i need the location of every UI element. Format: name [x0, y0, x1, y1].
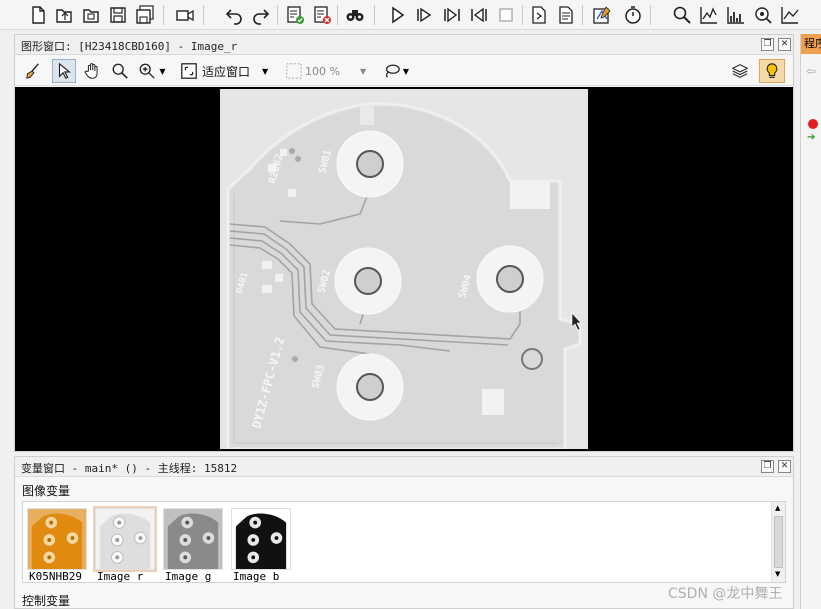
chevron-down-icon: ▼	[402, 66, 410, 76]
plot-icon[interactable]	[778, 3, 802, 27]
pointer-tool-icon[interactable]	[52, 59, 76, 83]
binoculars-icon[interactable]	[343, 3, 367, 27]
thumb-preview	[27, 508, 87, 570]
thumb-label: K05NHB29	[29, 570, 82, 583]
draw-shape-dropdown[interactable]: ▼	[378, 59, 414, 83]
image-variable-thumb[interactable]: Image_r	[93, 506, 157, 582]
pan-hand-icon[interactable]	[80, 59, 104, 83]
image-canvas[interactable]: SW01 R2062 SW02 SW04 SW03 D401 DY1Z-FPC-…	[15, 87, 793, 451]
open-file-icon[interactable]	[52, 3, 76, 27]
fit-window-button[interactable]: 适应窗口 ▼	[180, 59, 280, 83]
thumb-preview	[93, 506, 157, 572]
step-over-icon[interactable]	[440, 3, 464, 27]
lasso-icon	[385, 64, 400, 78]
fit-window-label: 适应窗口	[202, 64, 251, 79]
zoom-level-select[interactable]: 100 % ▼	[285, 59, 371, 83]
graphics-toolbar: ▼ 适应窗口 ▼ 100 % ▼ ▼	[15, 56, 793, 86]
close-icon[interactable]: ✕	[778, 38, 791, 51]
step-out-icon[interactable]	[467, 3, 491, 27]
chevron-down-icon: ▼	[359, 66, 367, 76]
variable-window-title-bar: 变量窗口 - main* () - 主线程: 15812 ❐ ✕	[15, 457, 793, 477]
program-window: 程序 ⇦ ➔	[800, 34, 821, 609]
broom-icon[interactable]	[21, 59, 45, 83]
lightbulb-icon[interactable]	[759, 59, 785, 83]
new-file-icon[interactable]	[26, 3, 50, 27]
restore-icon[interactable]: ❐	[761, 460, 774, 473]
program-window-tab[interactable]: 程序	[801, 34, 821, 54]
thumb-scrollbar[interactable]: ▲ ▼	[771, 502, 785, 582]
undo-icon[interactable]	[222, 3, 246, 27]
record-icon[interactable]	[173, 3, 197, 27]
thumb-label: Image_g	[165, 570, 212, 583]
assistant-icon[interactable]	[590, 3, 614, 27]
zoom-in-dropdown[interactable]: ▼	[135, 59, 169, 83]
scroll-down-icon[interactable]: ▼	[775, 570, 780, 578]
pcb-image: SW01 R2062 SW02 SW04 SW03 D401 DY1Z-FPC-…	[220, 89, 588, 449]
reset-icon[interactable]	[527, 3, 551, 27]
line-profile-icon[interactable]	[697, 3, 721, 27]
check-program-icon[interactable]	[283, 3, 307, 27]
main-toolbar	[0, 0, 821, 30]
graphics-window-title-bar: 图形窗口: [H23418CBD160] - Image_r ❐ ✕	[15, 35, 793, 55]
restore-icon[interactable]: ❐	[761, 38, 774, 51]
fit-window-icon	[181, 63, 197, 79]
variable-window-title: 变量窗口 - main* () - 主线程: 15812	[21, 462, 238, 475]
zoom-icon[interactable]	[670, 3, 694, 27]
histogram-icon[interactable]	[724, 3, 748, 27]
feature-inspection-icon[interactable]	[751, 3, 775, 27]
scroll-up-icon[interactable]: ▲	[775, 504, 780, 512]
chevron-down-icon: ▼	[159, 66, 166, 76]
magnifier-icon[interactable]	[108, 59, 132, 83]
close-icon[interactable]: ✕	[778, 460, 791, 473]
image-variables-label: 图像变量	[22, 484, 71, 498]
redo-icon[interactable]	[249, 3, 273, 27]
remove-error-icon[interactable]	[310, 3, 334, 27]
chevron-down-icon: ▼	[262, 66, 269, 76]
image-variable-thumb[interactable]: Image_g	[161, 506, 225, 582]
graphics-window-title: 图形窗口: [H23418CBD160] - Image_r	[21, 40, 238, 53]
stop-icon[interactable]	[494, 3, 518, 27]
thumb-preview	[231, 508, 291, 570]
zoom-level-value: 100 %	[305, 64, 340, 78]
breakpoint-icon	[808, 119, 818, 129]
graphics-window: 图形窗口: [H23418CBD160] - Image_r ❐ ✕ ▼ 适应窗…	[14, 34, 794, 452]
watermark: CSDN @龙中舞王	[668, 586, 783, 602]
open-example-icon[interactable]	[79, 3, 103, 27]
thumb-label: Image_r	[97, 570, 144, 583]
layers-icon[interactable]	[728, 59, 752, 83]
run-icon[interactable]	[385, 3, 409, 27]
step-into-icon[interactable]	[412, 3, 436, 27]
back-arrow-icon[interactable]: ⇦	[806, 64, 816, 78]
document-icon[interactable]	[554, 3, 578, 27]
thumb-label: Image_b	[233, 570, 280, 583]
image-variable-thumb[interactable]: K05NHB29	[25, 506, 89, 582]
stopwatch-icon[interactable]	[621, 3, 645, 27]
save-all-icon[interactable]	[133, 3, 157, 27]
control-variables-label: 控制变量	[22, 594, 71, 608]
zoom-level-icon	[286, 63, 302, 79]
image-variables-panel: K05NHB29 Image_r Image_g Image_b ▲ ▼	[22, 501, 786, 583]
thumb-preview	[163, 508, 223, 570]
image-variable-thumb[interactable]: Image_b	[229, 506, 293, 582]
program-counter-icon: ➔	[807, 132, 816, 143]
save-icon[interactable]	[106, 3, 130, 27]
